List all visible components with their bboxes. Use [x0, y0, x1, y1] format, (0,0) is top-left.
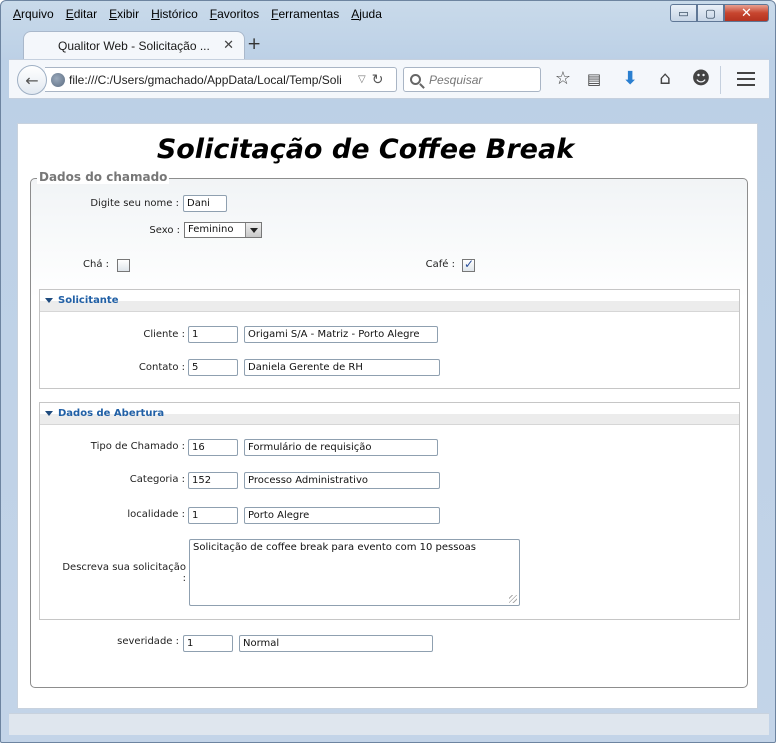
menu-exibir[interactable]: Exibir	[103, 5, 145, 25]
window-bottom-border	[9, 713, 769, 735]
cafe-label: Café :	[425, 259, 455, 270]
fieldset-legend: Dados do chamado	[37, 170, 170, 184]
maximize-button[interactable]: ▢	[697, 4, 724, 22]
contato-name-input[interactable]: Daniela Gerente de RH	[244, 359, 440, 376]
localidade-name-input[interactable]: Porto Alegre	[244, 507, 440, 524]
home-icon[interactable]: ⌂	[654, 69, 676, 89]
caret-down-icon	[45, 298, 53, 303]
sexo-select[interactable]: Feminino	[184, 222, 262, 238]
tab-qualitor-web[interactable]: Qualitor Web - Solicitação ... ✕	[23, 31, 245, 59]
solicitante-panel-header[interactable]: Solicitante	[40, 290, 739, 312]
categoria-name-input[interactable]: Processo Administrativo	[244, 472, 440, 489]
solicitante-title: Solicitante	[58, 295, 119, 306]
severidade-name-input[interactable]: Normal	[239, 635, 433, 652]
browser-window: Arquivo Editar Exibir Histórico Favorito…	[0, 0, 776, 743]
menu-historico[interactable]: Histórico	[145, 5, 204, 25]
nome-input[interactable]: Dani	[183, 195, 227, 212]
history-dropdown-icon[interactable]: ▽	[358, 74, 366, 85]
page-content: Solicitação de Coffee Break Dados do cha…	[17, 123, 758, 709]
cliente-label: Cliente :	[143, 329, 185, 340]
menu-ajuda[interactable]: Ajuda	[345, 5, 388, 25]
resize-grip-icon[interactable]	[509, 595, 517, 603]
abertura-title: Dados de Abertura	[58, 408, 165, 419]
minimize-button[interactable]: ▭	[670, 4, 697, 22]
localidade-code-input[interactable]: 1	[188, 507, 238, 524]
tab-title: Qualitor Web - Solicitação ...	[58, 38, 210, 53]
reading-list-icon[interactable]: ▤	[583, 69, 605, 89]
search-input[interactable]	[429, 72, 529, 87]
severidade-code-input[interactable]: 1	[183, 635, 233, 652]
bookmark-star-icon[interactable]: ☆	[552, 69, 574, 89]
back-arrow-icon: ←	[25, 70, 39, 90]
navigation-toolbar: file:///C:/Users/gmachado/AppData/Local/…	[9, 59, 769, 99]
chevron-down-icon	[245, 223, 261, 237]
tipo-code-input[interactable]: 16	[188, 439, 238, 456]
descreva-text: Solicitação de coffee break para evento …	[193, 542, 476, 553]
tab-strip: Qualitor Web - Solicitação ... ✕ +	[9, 29, 767, 59]
descreva-textarea[interactable]: Solicitação de coffee break para evento …	[189, 539, 520, 606]
cliente-code-input[interactable]: 1	[188, 326, 238, 343]
cafe-checkbox[interactable]	[462, 257, 475, 272]
menu-ferramentas[interactable]: Ferramentas	[265, 5, 345, 25]
solicitante-panel: Solicitante Cliente : 1 Origami S/A - Ma…	[39, 289, 740, 389]
dados-chamado-fieldset: Dados do chamado Digite seu nome : Dani …	[30, 170, 748, 688]
caret-down-icon	[45, 411, 53, 416]
smiley-icon[interactable]: ☻	[690, 69, 712, 89]
menu-arquivo[interactable]: Arquivo	[7, 5, 60, 25]
globe-icon	[51, 72, 65, 87]
toolbar-separator	[720, 66, 721, 94]
nome-label: Digite seu nome :	[90, 198, 179, 209]
menu-favoritos[interactable]: Favoritos	[204, 5, 265, 25]
new-tab-button[interactable]: +	[247, 34, 261, 54]
sexo-selected-value: Feminino	[188, 224, 234, 235]
search-icon	[410, 74, 421, 85]
contato-label: Contato :	[138, 362, 185, 373]
abertura-panel-header[interactable]: Dados de Abertura	[40, 403, 739, 425]
reload-icon[interactable]: ↻	[372, 72, 384, 88]
cha-checkbox[interactable]	[117, 259, 130, 272]
window-controls: ▭ ▢ ✕	[670, 4, 769, 22]
cliente-name-input[interactable]: Origami S/A - Matriz - Porto Alegre	[244, 326, 438, 343]
descreva-label: Descreva sua solicitação:	[62, 562, 186, 584]
categoria-label: Categoria :	[129, 474, 185, 485]
severidade-label: severidade :	[117, 636, 179, 647]
menu-bar: Arquivo Editar Exibir Histórico Favorito…	[7, 5, 388, 25]
download-icon[interactable]: ⬇	[619, 69, 641, 89]
menu-icon[interactable]	[737, 72, 755, 86]
close-window-button[interactable]: ✕	[724, 4, 769, 22]
back-button[interactable]: ←	[17, 65, 47, 95]
tab-close-icon[interactable]: ✕	[223, 38, 234, 53]
menu-editar[interactable]: Editar	[60, 5, 103, 25]
tipo-label: Tipo de Chamado :	[90, 441, 185, 452]
url-bar[interactable]: file:///C:/Users/gmachado/AppData/Local/…	[45, 67, 397, 92]
categoria-code-input[interactable]: 152	[188, 472, 238, 489]
page-title: Solicitação de Coffee Break	[156, 134, 575, 165]
tipo-name-input[interactable]: Formulário de requisição	[244, 439, 438, 456]
cha-label: Chá :	[83, 259, 109, 270]
search-bar[interactable]	[403, 67, 541, 92]
contato-code-input[interactable]: 5	[188, 359, 238, 376]
url-text: file:///C:/Users/gmachado/AppData/Local/…	[69, 72, 342, 87]
localidade-label: localidade :	[127, 509, 185, 520]
sexo-label: Sexo :	[149, 225, 180, 236]
